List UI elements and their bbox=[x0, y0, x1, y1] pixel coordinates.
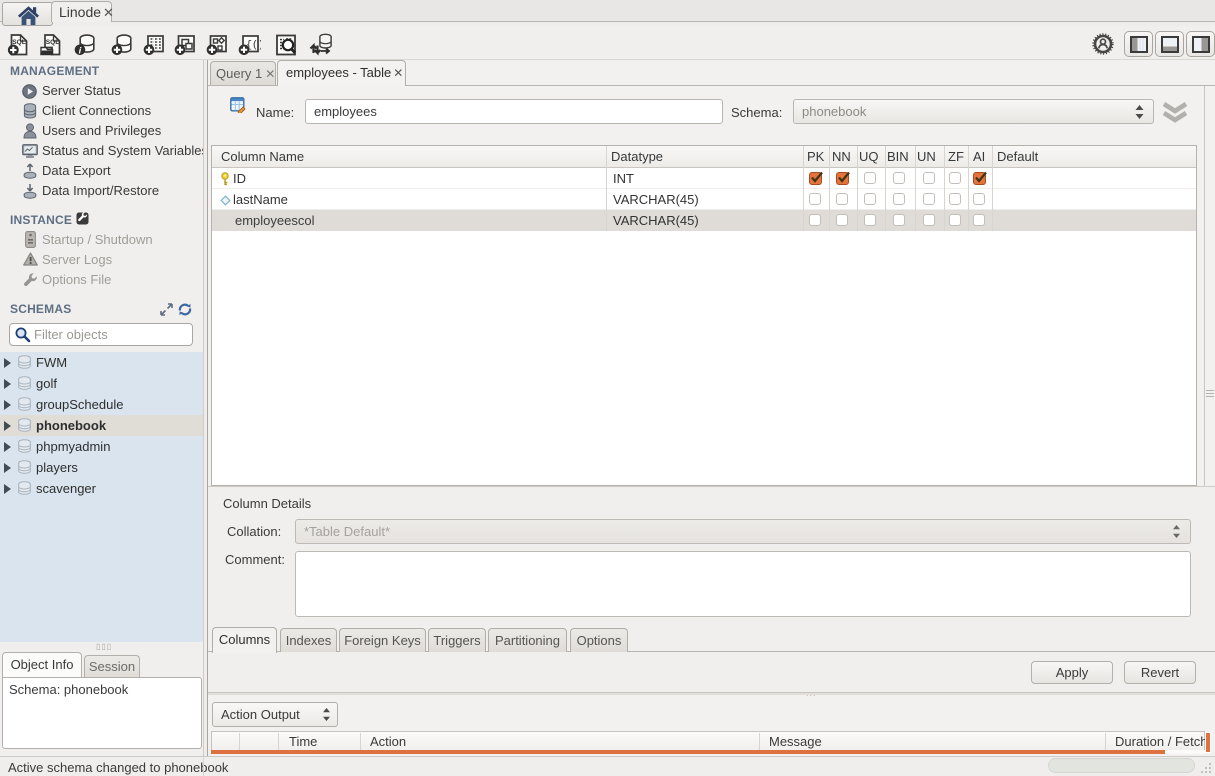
svg-text:i: i bbox=[79, 46, 82, 57]
svg-text:SQL: SQL bbox=[46, 39, 60, 46]
